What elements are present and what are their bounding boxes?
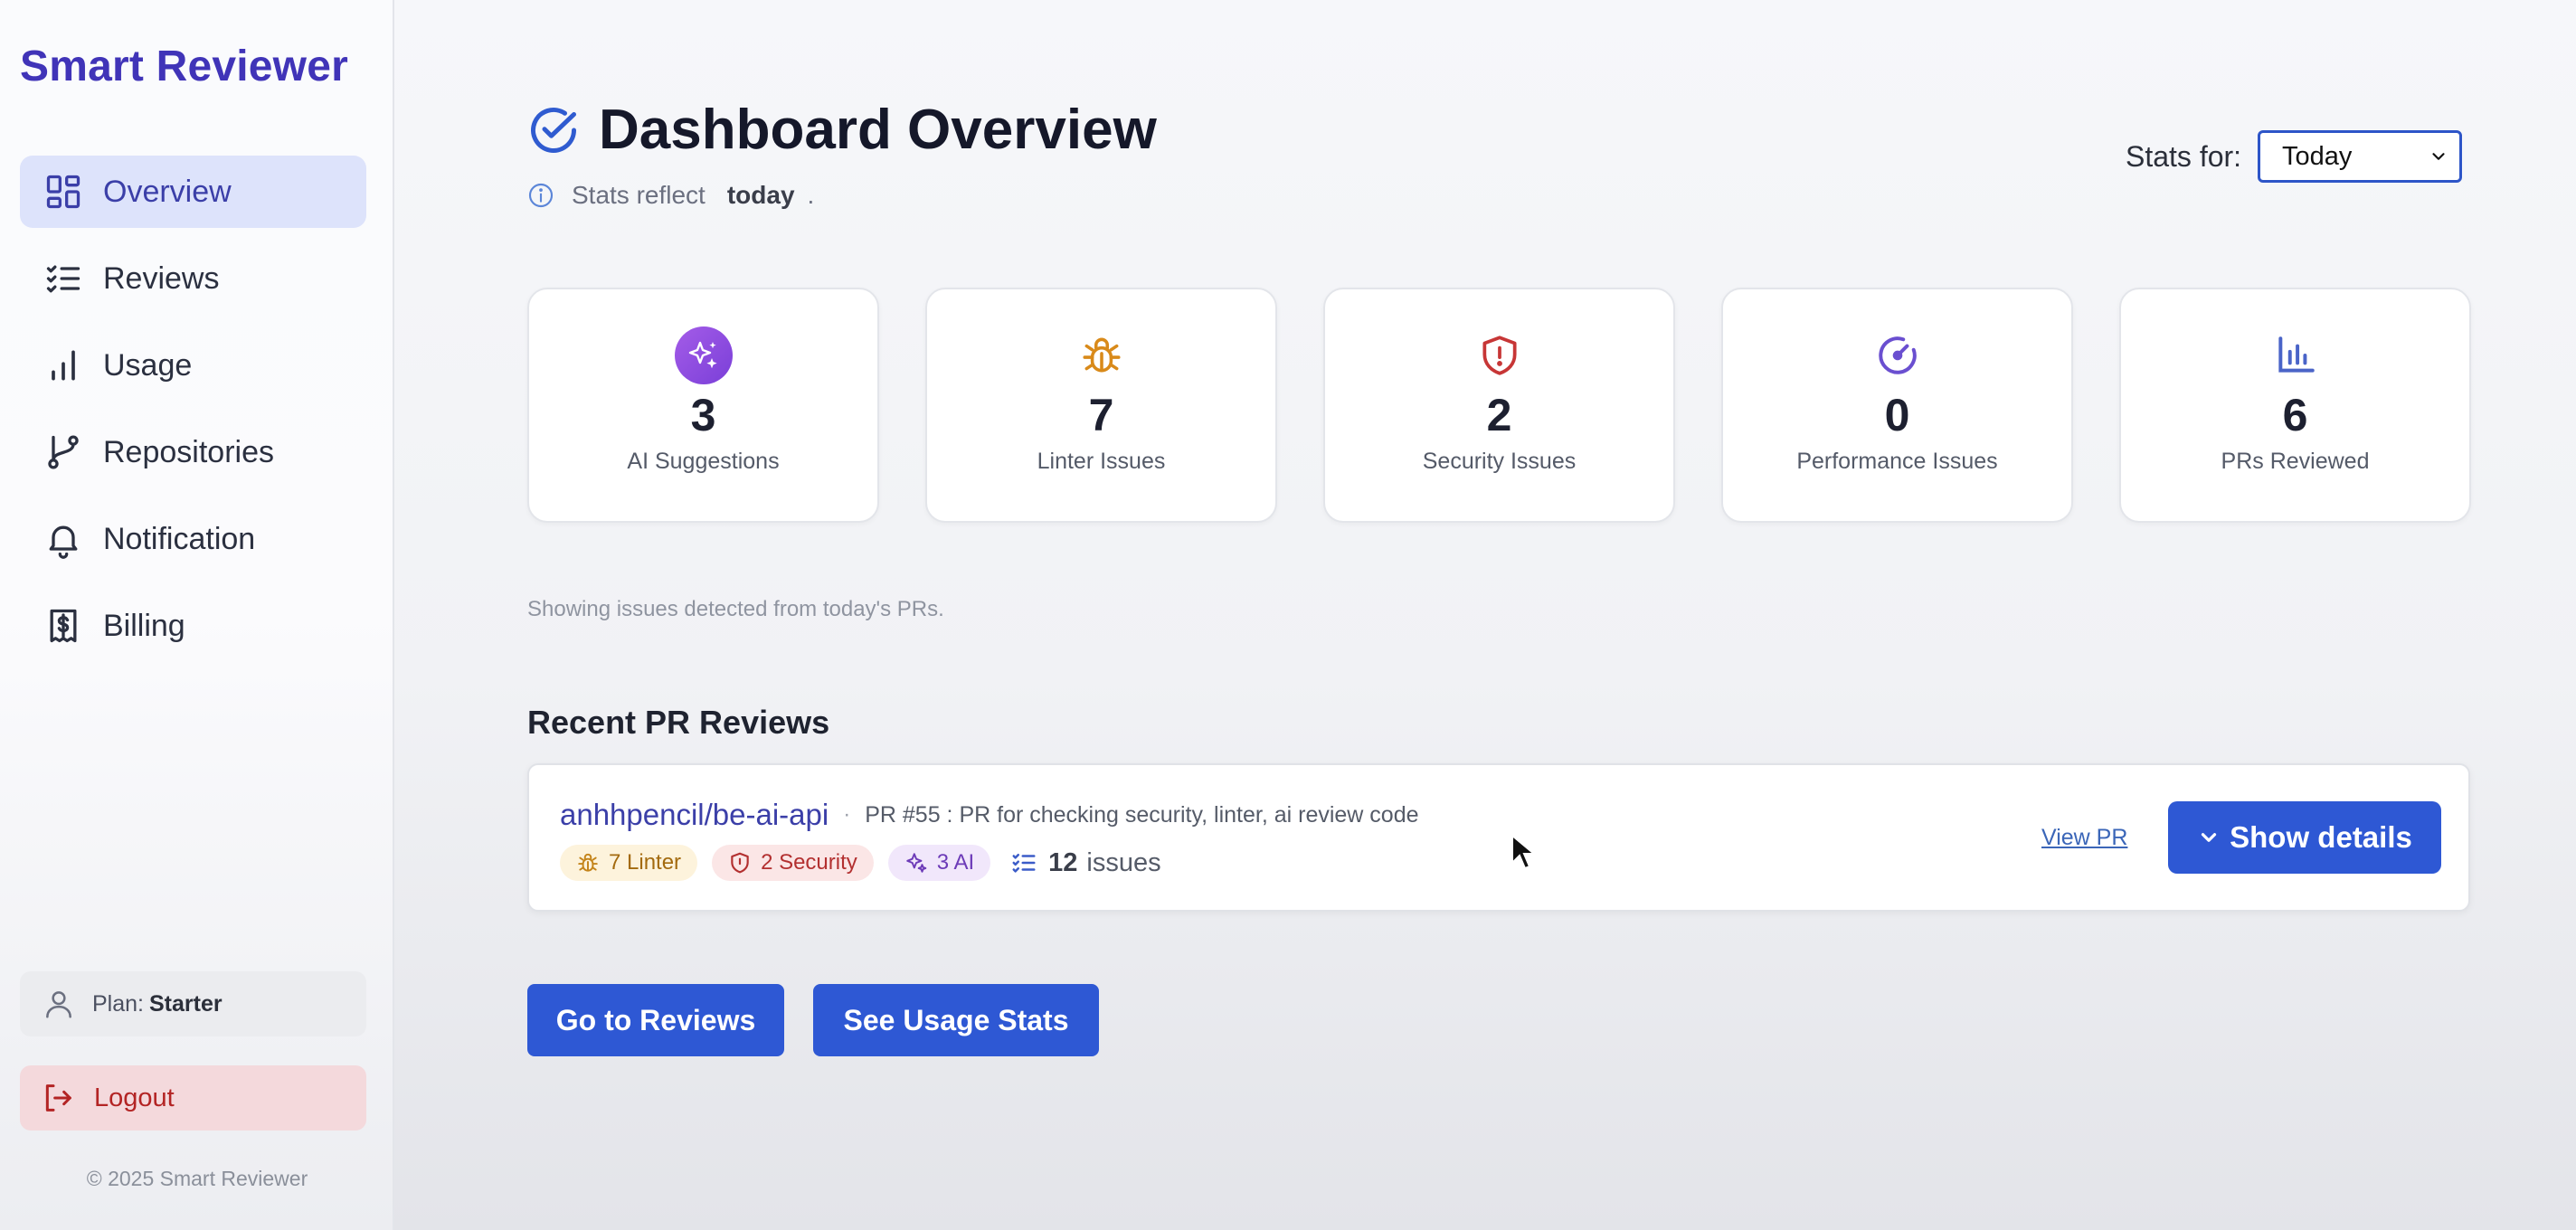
receipt-dollar-icon xyxy=(50,609,77,643)
chevron-down-icon xyxy=(2202,833,2217,842)
stat-value: 7 xyxy=(1088,390,1114,440)
sidebar-item-billing[interactable]: Billing xyxy=(20,590,366,662)
period-select[interactable]: Today xyxy=(2258,130,2463,183)
checklist-icon xyxy=(1012,854,1036,873)
issues-label: issues xyxy=(1086,847,1161,877)
security-badge-label: 2 Security xyxy=(761,850,857,875)
plan-label: Plan: xyxy=(92,990,144,1017)
sidebar-item-notification[interactable]: Notification xyxy=(20,503,366,575)
stat-value: 2 xyxy=(1486,390,1512,440)
ai-badge: 3 AI xyxy=(887,845,991,881)
shield-alert-icon xyxy=(1482,336,1517,375)
sidebar-item-reviews[interactable]: Reviews xyxy=(20,242,366,315)
view-pr-link[interactable]: View PR xyxy=(2041,825,2127,851)
go-to-reviews-button[interactable]: Go to Reviews xyxy=(527,984,784,1056)
sidebar-item-label: Usage xyxy=(103,347,193,383)
bar-chart-icon xyxy=(52,350,75,381)
issues-total: 12 issues xyxy=(1010,847,1161,878)
grid-icon xyxy=(46,175,80,209)
stat-label: AI Suggestions xyxy=(627,449,780,474)
stats-for-filter: Stats for: Today xyxy=(2126,130,2463,183)
stat-label: Linter Issues xyxy=(1037,449,1166,474)
shield-alert-icon xyxy=(731,852,749,874)
user-icon xyxy=(46,991,71,1018)
linter-badge: 7 Linter xyxy=(560,845,698,881)
stat-card-security-issues: 2 Security Issues xyxy=(1323,288,1675,523)
sidebar: Smart Reviewer Overview Reviews Usage Re… xyxy=(0,0,394,1230)
stat-card-performance-issues: 0 Performance Issues xyxy=(1721,288,2073,523)
checklist-icon xyxy=(46,265,80,293)
show-details-button[interactable]: Show details xyxy=(2168,801,2441,874)
chevron-down-icon xyxy=(2432,153,2445,160)
logout-icon xyxy=(45,1084,71,1112)
sidebar-nav: Overview Reviews Usage Repositories Noti… xyxy=(20,156,366,676)
ai-badge-label: 3 AI xyxy=(936,850,975,875)
mouse-cursor-icon xyxy=(1511,834,1534,870)
bug-icon xyxy=(1082,337,1121,373)
security-badge: 2 Security xyxy=(712,845,874,881)
logout-label: Logout xyxy=(94,1083,175,1112)
stats-hint: Showing issues detected from today's PRs… xyxy=(527,597,944,621)
stat-card-linter-issues: 7 Linter Issues xyxy=(925,288,1277,523)
stat-value: 6 xyxy=(2282,390,2308,440)
separator-dot: · xyxy=(843,802,851,827)
plan-value: Starter xyxy=(148,990,223,1017)
git-branch-icon xyxy=(48,435,79,469)
issues-count: 12 xyxy=(1048,847,1078,877)
sidebar-item-label: Overview xyxy=(103,174,232,209)
subtitle-period: today xyxy=(726,181,795,209)
stats-subtitle: Stats reflect today . xyxy=(526,181,814,210)
sidebar-item-label: Repositories xyxy=(103,434,274,469)
subtitle-prefix: Stats reflect xyxy=(572,181,706,209)
stat-label: PRs Reviewed xyxy=(2221,449,2370,474)
bell-icon xyxy=(49,525,78,559)
info-icon xyxy=(528,183,554,208)
linter-badge-label: 7 Linter xyxy=(609,850,682,875)
plan-indicator: Plan: Starter xyxy=(20,971,366,1036)
recent-reviews-title: Recent PR Reviews xyxy=(527,704,830,741)
repo-link[interactable]: anhhpencil/be-ai-api xyxy=(560,798,829,832)
stat-value: 3 xyxy=(690,390,716,440)
sidebar-item-usage[interactable]: Usage xyxy=(20,329,366,402)
sidebar-item-overview[interactable]: Overview xyxy=(20,156,366,228)
see-usage-stats-button[interactable]: See Usage Stats xyxy=(813,984,1099,1056)
stat-cards: 3 AI Suggestions 7 Linter Issues 2 Secur… xyxy=(527,288,2471,523)
stat-card-prs-reviewed: 6 PRs Reviewed xyxy=(2119,288,2471,523)
sidebar-item-repositories[interactable]: Repositories xyxy=(20,416,366,488)
stat-value: 0 xyxy=(1884,390,1910,440)
stat-label: Performance Issues xyxy=(1796,449,1998,474)
show-details-label: Show details xyxy=(2230,820,2412,854)
sidebar-item-label: Billing xyxy=(103,608,185,643)
sparkles-icon xyxy=(674,326,733,384)
logout-button[interactable]: Logout xyxy=(20,1065,366,1131)
circle-check-icon xyxy=(531,107,576,153)
pr-review-card: anhhpencil/be-ai-api · PR #55 : PR for c… xyxy=(527,763,2470,912)
subtitle-suffix: . xyxy=(807,181,815,209)
sidebar-item-label: Notification xyxy=(103,521,256,556)
pr-description: PR #55 : PR for checking security, linte… xyxy=(865,801,1419,828)
sidebar-item-label: Reviews xyxy=(103,260,220,296)
period-select-value: Today xyxy=(2282,141,2353,171)
page-title: Dashboard Overview xyxy=(599,99,1157,161)
brand-logo-text: Smart Reviewer xyxy=(20,43,348,90)
page-header: Dashboard Overview xyxy=(526,98,1157,162)
bar-chart-icon xyxy=(2278,336,2315,373)
gauge-icon xyxy=(1878,336,1917,374)
stats-for-label: Stats for: xyxy=(2126,139,2242,173)
bug-icon xyxy=(578,853,598,872)
sparkles-icon xyxy=(906,853,927,873)
stat-card-ai-suggestions: 3 AI Suggestions xyxy=(527,288,879,523)
stat-label: Security Issues xyxy=(1422,449,1577,474)
copyright-text: © 2025 Smart Reviewer xyxy=(86,1167,308,1190)
